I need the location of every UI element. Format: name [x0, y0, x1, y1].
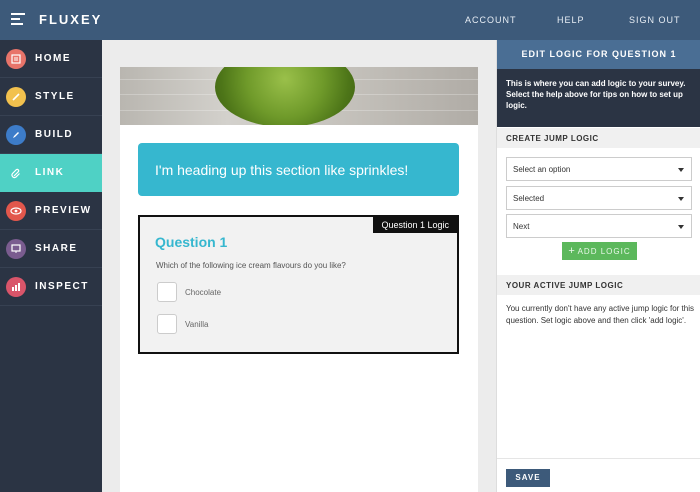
hero-image [120, 67, 478, 125]
chart-icon [6, 277, 26, 297]
paperclip-icon [6, 163, 26, 183]
panel-intro: This is where you can add logic to your … [497, 69, 700, 127]
option-vanilla[interactable]: Vanilla [157, 314, 307, 334]
monitor-icon [6, 239, 26, 259]
destination-select[interactable]: Next [506, 214, 692, 238]
option-checkbox[interactable] [157, 314, 177, 334]
nav-help[interactable]: HELP [557, 15, 585, 25]
nav-sign-out[interactable]: SIGN OUT [629, 15, 681, 25]
create-jump-logic-heading: CREATE JUMP LOGIC [497, 128, 700, 148]
survey-canvas: I'm heading up this section like sprinkl… [102, 40, 496, 492]
question-card[interactable]: Question 1 Logic Question 1 Which of the… [138, 215, 459, 354]
sidebar-item-home[interactable]: HOME [0, 40, 102, 78]
brush-icon [6, 87, 26, 107]
sidebar-item-label: HOME [35, 53, 71, 64]
option-label: Vanilla [185, 320, 209, 329]
logic-panel: EDIT LOGIC FOR QUESTION 1 This is where … [496, 40, 700, 492]
brand-logo[interactable]: FLUXEY [39, 12, 102, 27]
survey-page: I'm heading up this section like sprinkl… [120, 67, 478, 492]
plus-icon: + [568, 245, 575, 257]
state-select[interactable]: Selected [506, 186, 692, 210]
condition-select[interactable]: Select an option [506, 157, 692, 181]
panel-footer: SAVE [497, 458, 700, 492]
add-logic-label: ADD LOGIC [577, 247, 631, 256]
sidebar-item-preview[interactable]: PREVIEW [0, 192, 102, 230]
home-icon [6, 49, 26, 69]
active-logic-info: You currently don't have any active jump… [506, 304, 694, 325]
question-text: Which of the following ice cream flavour… [156, 261, 346, 270]
select-value: Selected [513, 194, 545, 203]
select-value: Next [513, 222, 530, 231]
sidebar-item-label: LINK [35, 167, 65, 178]
chevron-down-icon [678, 197, 684, 201]
sidebar-item-link[interactable]: LINK [0, 154, 102, 192]
menu-icon[interactable] [11, 13, 25, 27]
pencil-icon [6, 125, 26, 145]
section-header-banner[interactable]: I'm heading up this section like sprinkl… [138, 143, 459, 196]
sidebar-item-label: STYLE [35, 91, 75, 102]
eye-icon [6, 201, 26, 221]
select-value: Select an option [513, 165, 571, 174]
option-chocolate[interactable]: Chocolate [157, 282, 307, 302]
panel-title: EDIT LOGIC FOR QUESTION 1 [497, 40, 700, 69]
sidebar-item-label: BUILD [35, 129, 74, 140]
option-label: Chocolate [185, 288, 222, 297]
save-button[interactable]: SAVE [506, 469, 550, 487]
option-checkbox[interactable] [157, 282, 177, 302]
active-jump-logic-heading: YOUR ACTIVE JUMP LOGIC [497, 275, 700, 295]
sidebar-item-style[interactable]: STYLE [0, 78, 102, 116]
lettuce-image [215, 67, 355, 125]
sidebar-item-label: SHARE [35, 243, 78, 254]
top-bar: FLUXEY ACCOUNT HELP SIGN OUT [0, 0, 700, 40]
sidebar-item-label: INSPECT [35, 281, 89, 292]
nav-account[interactable]: ACCOUNT [465, 15, 517, 25]
chevron-down-icon [678, 225, 684, 229]
sidebar-item-share[interactable]: SHARE [0, 230, 102, 268]
sidebar-item-inspect[interactable]: INSPECT [0, 268, 102, 306]
add-logic-button[interactable]: + ADD LOGIC [562, 242, 637, 260]
sidebar: HOME STYLE BUILD LINK PREVIEW SHARE INSP… [0, 40, 102, 492]
question-logic-tag[interactable]: Question 1 Logic [373, 217, 457, 233]
chevron-down-icon [678, 168, 684, 172]
sidebar-item-build[interactable]: BUILD [0, 116, 102, 154]
sidebar-item-label: PREVIEW [35, 205, 92, 216]
question-title: Question 1 [155, 234, 228, 250]
